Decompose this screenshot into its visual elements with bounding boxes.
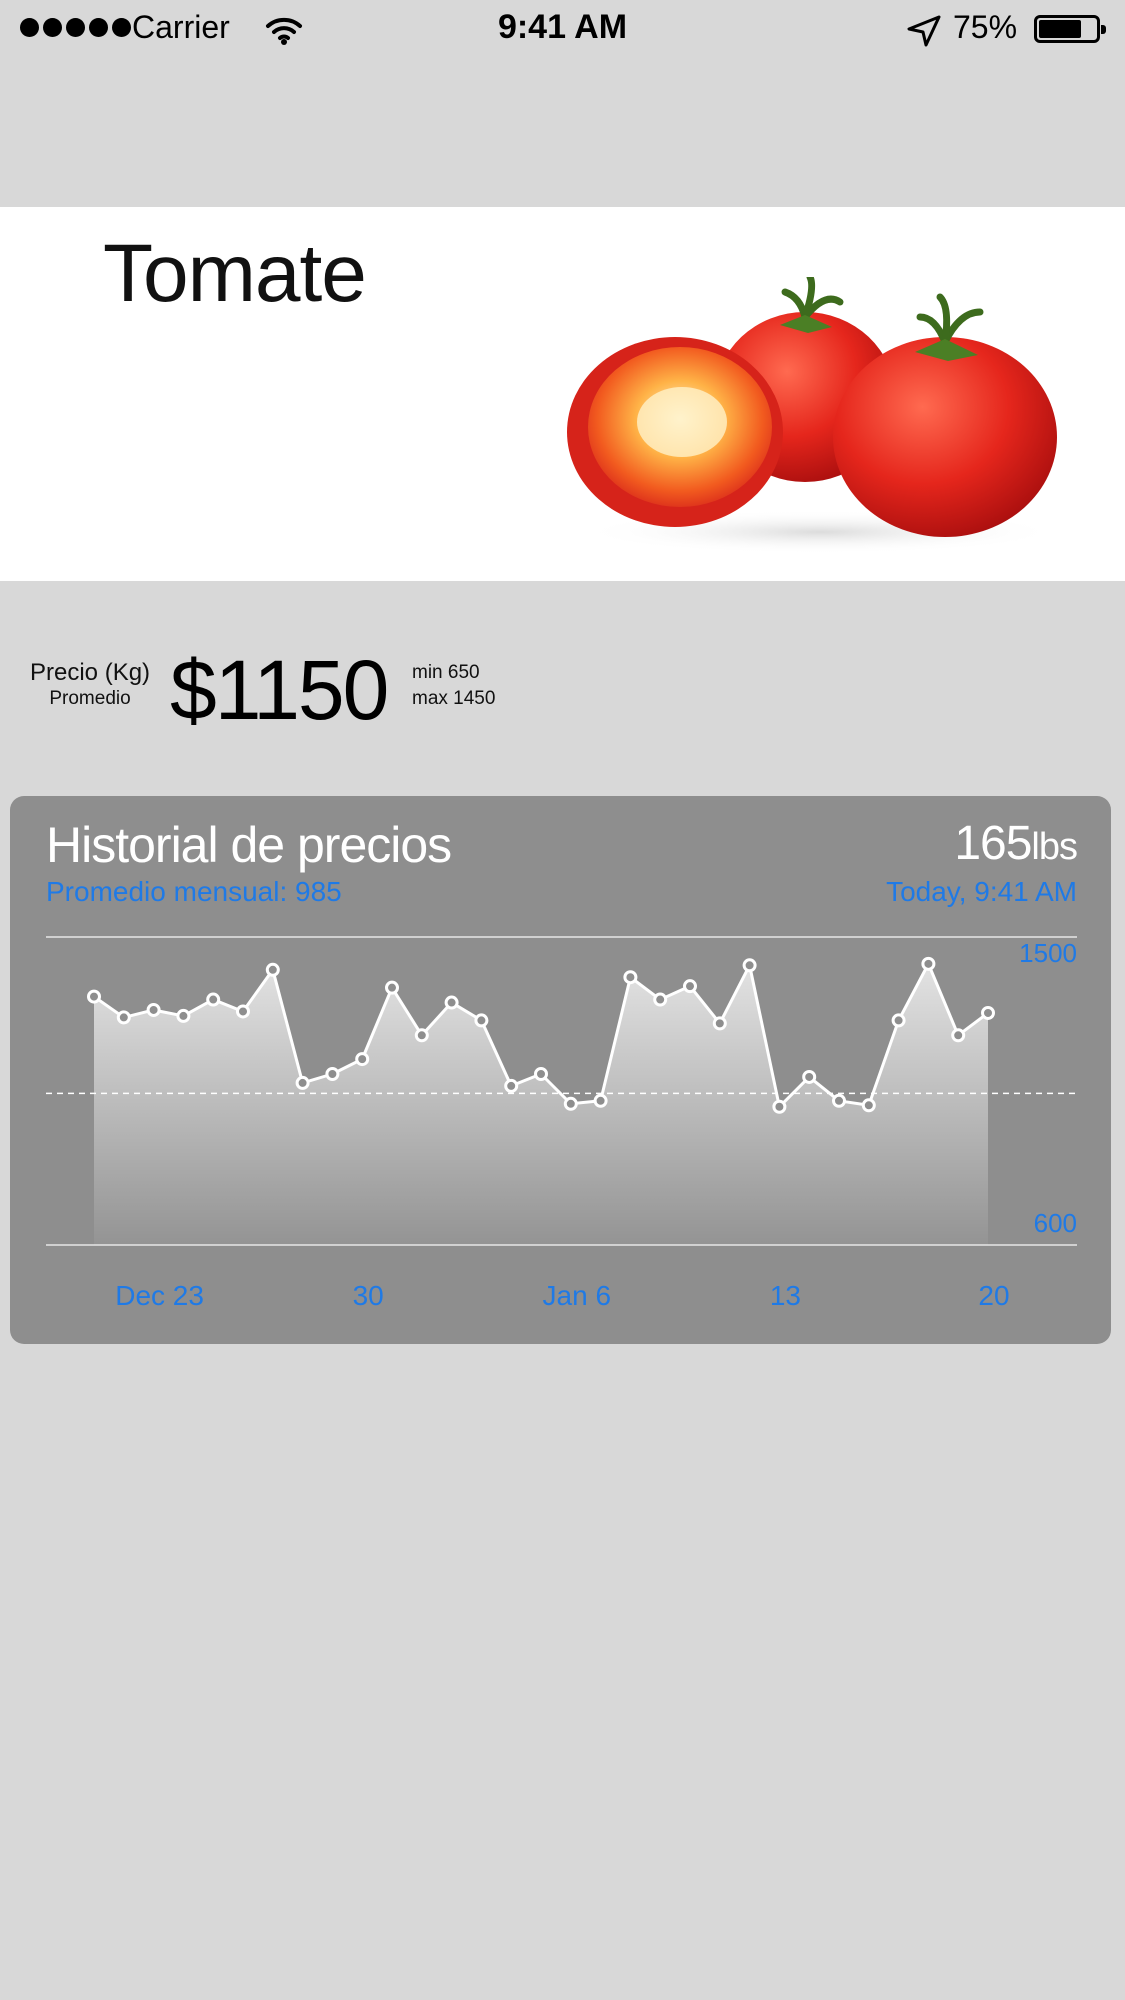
data-point [653, 992, 668, 1007]
data-point [265, 962, 280, 977]
price-min: min 650 [412, 662, 480, 683]
data-point [236, 1004, 250, 1019]
data-point [563, 1096, 578, 1111]
data-point [623, 970, 638, 985]
data-point [474, 1013, 489, 1028]
data-point [861, 1098, 876, 1113]
data-point [832, 1093, 846, 1108]
product-title: Tomate [103, 228, 367, 319]
price-value: $1150 [170, 643, 389, 737]
data-point [385, 980, 399, 995]
data-point [593, 1093, 608, 1108]
data-point [891, 1013, 906, 1028]
y-axis-min-label: 600 [1033, 1208, 1077, 1238]
price-history-card[interactable]: Historial de precios 165lbs Promedio men… [10, 796, 1111, 1344]
x-axis-label: 20 [978, 1280, 1010, 1311]
data-point [146, 1002, 161, 1017]
x-axis-label: 13 [769, 1280, 801, 1311]
battery-percent: 75% [953, 9, 1018, 45]
status-bar: Carrier 9:41 AM 75% [0, 0, 1125, 62]
price-summary: Precio (Kg) Promedio $1150 min 650 max 1… [0, 630, 1125, 740]
data-point [325, 1067, 340, 1081]
data-point [712, 1016, 727, 1031]
data-point [87, 989, 101, 1004]
data-point [295, 1075, 310, 1090]
location-arrow-icon [906, 14, 942, 53]
data-point [921, 956, 936, 971]
data-point [444, 995, 459, 1010]
price-label-text: Precio (Kg) [30, 659, 151, 686]
battery-icon [1034, 15, 1106, 43]
data-point [176, 1008, 191, 1023]
x-axis-label: 30 [352, 1280, 384, 1311]
price-max: max 1450 [412, 688, 496, 709]
price-history-chart[interactable] [10, 796, 1111, 1344]
y-axis-max-label: 1500 [1019, 938, 1077, 968]
price-range: min 650 max 1450 [412, 660, 495, 712]
data-point [116, 1010, 131, 1025]
data-point [534, 1067, 548, 1081]
data-point [981, 1005, 995, 1020]
data-point [951, 1028, 966, 1043]
data-point [355, 1052, 370, 1067]
data-point [772, 1099, 787, 1114]
battery-fill [1039, 20, 1081, 38]
data-point [742, 958, 757, 973]
data-point [206, 992, 221, 1007]
price-sublabel: Promedio [49, 688, 131, 709]
data-point [683, 979, 697, 994]
price-label: Precio (Kg) Promedio [30, 660, 150, 712]
x-axis-label: Dec 23 [115, 1280, 204, 1311]
data-point [504, 1078, 519, 1093]
tomato-image [560, 273, 1060, 562]
data-point [802, 1069, 817, 1084]
data-point [414, 1028, 429, 1043]
product-banner: Tomate [0, 207, 1125, 581]
x-axis-label: Jan 6 [542, 1280, 612, 1311]
